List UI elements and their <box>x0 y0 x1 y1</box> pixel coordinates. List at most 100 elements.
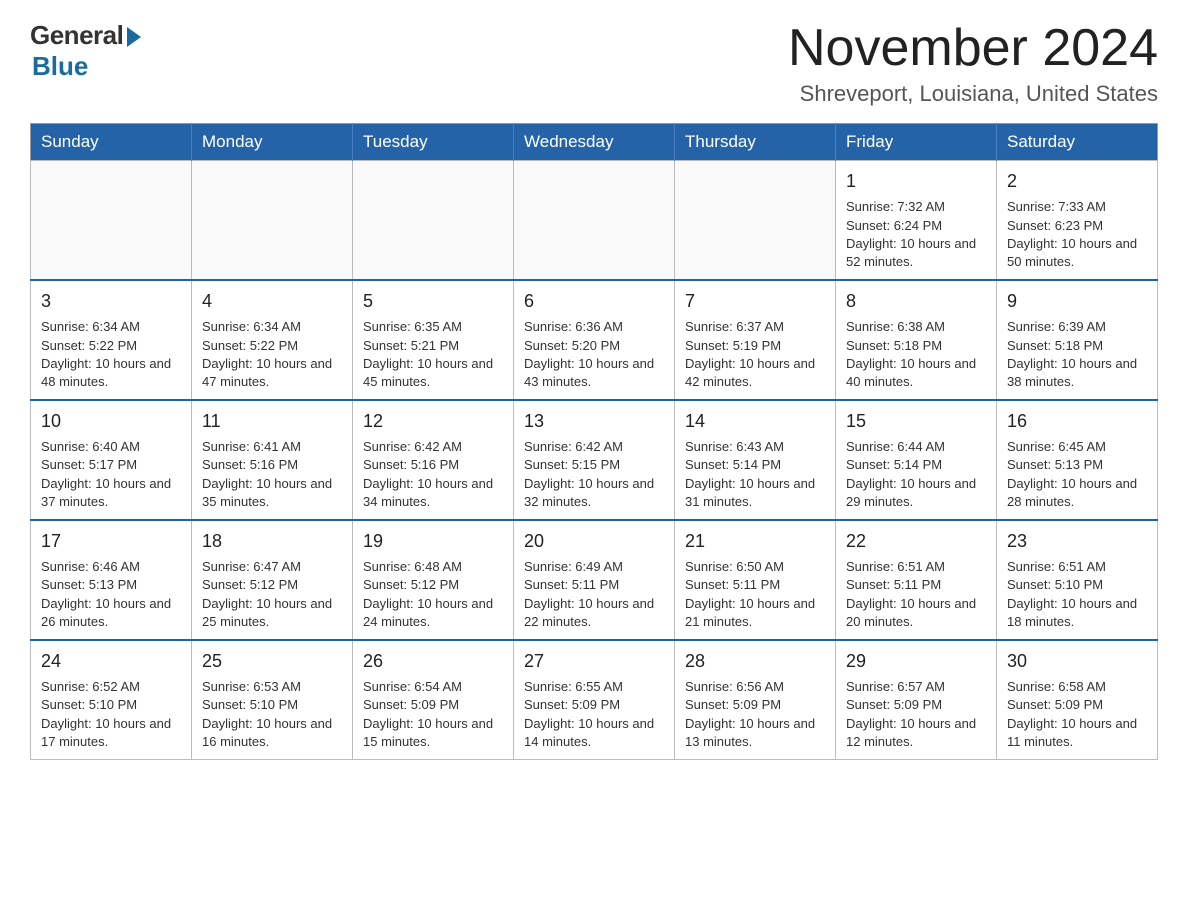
calendar-cell <box>675 161 836 280</box>
calendar-cell: 3 Sunrise: 6:34 AMSunset: 5:22 PMDaylight… <box>31 280 192 400</box>
week-row-4: 17Sunrise: 6:46 AMSunset: 5:13 PMDayligh… <box>31 520 1158 640</box>
day-info: Sunrise: 6:56 AMSunset: 5:09 PMDaylight:… <box>685 678 825 751</box>
calendar-cell: 19 Sunrise: 6:48 AMSunset: 5:12 PMDayligh… <box>353 520 514 640</box>
day-number: 15 <box>846 409 986 434</box>
day-number: 10 <box>41 409 181 434</box>
calendar-cell: 29 Sunrise: 6:57 AMSunset: 5:09 PMDayligh… <box>836 640 997 759</box>
calendar-cell: 27Sunrise: 6:55 AMSunset: 5:09 PMDayligh… <box>514 640 675 759</box>
calendar-cell <box>192 161 353 280</box>
day-info: Sunrise: 6:42 AMSunset: 5:16 PMDaylight:… <box>363 438 503 511</box>
week-row-5: 24 Sunrise: 6:52 AMSunset: 5:10 PMDayligh… <box>31 640 1158 759</box>
day-info: Sunrise: 6:41 AMSunset: 5:16 PMDaylight:… <box>202 438 342 511</box>
calendar-cell: 7 Sunrise: 6:37 AMSunset: 5:19 PMDaylight… <box>675 280 836 400</box>
month-title: November 2024 <box>788 20 1158 77</box>
week-row-3: 10 Sunrise: 6:40 AMSunset: 5:17 PMDayligh… <box>31 400 1158 520</box>
calendar-cell <box>31 161 192 280</box>
day-info: Sunrise: 6:34 AMSunset: 5:22 PMDaylight:… <box>41 318 181 391</box>
calendar-cell: 10 Sunrise: 6:40 AMSunset: 5:17 PMDayligh… <box>31 400 192 520</box>
day-number: 29 <box>846 649 986 674</box>
calendar-cell: 23 Sunrise: 6:51 AMSunset: 5:10 PMDayligh… <box>997 520 1158 640</box>
day-info: Sunrise: 6:45 AMSunset: 5:13 PMDaylight:… <box>1007 438 1147 511</box>
day-info: Sunrise: 6:49 AMSunset: 5:11 PMDaylight:… <box>524 558 664 631</box>
day-number: 8 <box>846 289 986 314</box>
calendar-cell: 18Sunrise: 6:47 AMSunset: 5:12 PMDayligh… <box>192 520 353 640</box>
day-info: Sunrise: 6:50 AMSunset: 5:11 PMDaylight:… <box>685 558 825 631</box>
day-info: Sunrise: 6:52 AMSunset: 5:10 PMDaylight:… <box>41 678 181 751</box>
day-info: Sunrise: 6:54 AMSunset: 5:09 PMDaylight:… <box>363 678 503 751</box>
day-info: Sunrise: 6:51 AMSunset: 5:10 PMDaylight:… <box>1007 558 1147 631</box>
calendar-cell: 2 Sunrise: 7:33 AMSunset: 6:23 PMDaylight… <box>997 161 1158 280</box>
calendar-cell: 21 Sunrise: 6:50 AMSunset: 5:11 PMDayligh… <box>675 520 836 640</box>
day-number: 2 <box>1007 169 1147 194</box>
calendar-cell: 30Sunrise: 6:58 AMSunset: 5:09 PMDayligh… <box>997 640 1158 759</box>
calendar-cell: 13Sunrise: 6:42 AMSunset: 5:15 PMDayligh… <box>514 400 675 520</box>
calendar-cell: 16 Sunrise: 6:45 AMSunset: 5:13 PMDayligh… <box>997 400 1158 520</box>
weekday-header-monday: Monday <box>192 124 353 161</box>
day-number: 19 <box>363 529 503 554</box>
day-number: 14 <box>685 409 825 434</box>
calendar-cell: 28 Sunrise: 6:56 AMSunset: 5:09 PMDayligh… <box>675 640 836 759</box>
day-info: Sunrise: 6:40 AMSunset: 5:17 PMDaylight:… <box>41 438 181 511</box>
day-info: Sunrise: 6:36 AMSunset: 5:20 PMDaylight:… <box>524 318 664 391</box>
day-number: 22 <box>846 529 986 554</box>
day-number: 25 <box>202 649 342 674</box>
day-info: Sunrise: 6:53 AMSunset: 5:10 PMDaylight:… <box>202 678 342 751</box>
logo-arrow-icon <box>127 27 141 47</box>
day-number: 16 <box>1007 409 1147 434</box>
day-info: Sunrise: 6:57 AMSunset: 5:09 PMDaylight:… <box>846 678 986 751</box>
calendar-cell: 20 Sunrise: 6:49 AMSunset: 5:11 PMDayligh… <box>514 520 675 640</box>
day-number: 18 <box>202 529 342 554</box>
calendar-cell: 17Sunrise: 6:46 AMSunset: 5:13 PMDayligh… <box>31 520 192 640</box>
weekday-header-thursday: Thursday <box>675 124 836 161</box>
day-number: 1 <box>846 169 986 194</box>
calendar-cell: 8 Sunrise: 6:38 AMSunset: 5:18 PMDaylight… <box>836 280 997 400</box>
title-area: November 2024 Shreveport, Louisiana, Uni… <box>788 20 1158 107</box>
calendar-cell: 22 Sunrise: 6:51 AMSunset: 5:11 PMDayligh… <box>836 520 997 640</box>
day-number: 21 <box>685 529 825 554</box>
day-number: 6 <box>524 289 664 314</box>
day-info: Sunrise: 6:35 AMSunset: 5:21 PMDaylight:… <box>363 318 503 391</box>
calendar-cell <box>353 161 514 280</box>
day-number: 23 <box>1007 529 1147 554</box>
calendar-cell: 26 Sunrise: 6:54 AMSunset: 5:09 PMDayligh… <box>353 640 514 759</box>
week-row-2: 3 Sunrise: 6:34 AMSunset: 5:22 PMDaylight… <box>31 280 1158 400</box>
calendar-table: SundayMondayTuesdayWednesdayThursdayFrid… <box>30 123 1158 760</box>
calendar-cell <box>514 161 675 280</box>
day-number: 24 <box>41 649 181 674</box>
calendar-cell: 5 Sunrise: 6:35 AMSunset: 5:21 PMDaylight… <box>353 280 514 400</box>
day-number: 5 <box>363 289 503 314</box>
location-subtitle: Shreveport, Louisiana, United States <box>788 81 1158 107</box>
day-info: Sunrise: 7:33 AMSunset: 6:23 PMDaylight:… <box>1007 198 1147 271</box>
day-number: 4 <box>202 289 342 314</box>
header: General Blue November 2024 Shreveport, L… <box>30 20 1158 107</box>
day-info: Sunrise: 6:51 AMSunset: 5:11 PMDaylight:… <box>846 558 986 631</box>
day-number: 12 <box>363 409 503 434</box>
day-info: Sunrise: 7:32 AMSunset: 6:24 PMDaylight:… <box>846 198 986 271</box>
day-info: Sunrise: 6:46 AMSunset: 5:13 PMDaylight:… <box>41 558 181 631</box>
day-number: 11 <box>202 409 342 434</box>
calendar-cell: 1 Sunrise: 7:32 AMSunset: 6:24 PMDaylight… <box>836 161 997 280</box>
day-info: Sunrise: 6:55 AMSunset: 5:09 PMDaylight:… <box>524 678 664 751</box>
weekday-header-sunday: Sunday <box>31 124 192 161</box>
day-info: Sunrise: 6:48 AMSunset: 5:12 PMDaylight:… <box>363 558 503 631</box>
day-info: Sunrise: 6:43 AMSunset: 5:14 PMDaylight:… <box>685 438 825 511</box>
weekday-header-tuesday: Tuesday <box>353 124 514 161</box>
day-info: Sunrise: 6:39 AMSunset: 5:18 PMDaylight:… <box>1007 318 1147 391</box>
day-number: 3 <box>41 289 181 314</box>
day-number: 28 <box>685 649 825 674</box>
day-number: 26 <box>363 649 503 674</box>
calendar-cell: 12 Sunrise: 6:42 AMSunset: 5:16 PMDayligh… <box>353 400 514 520</box>
day-info: Sunrise: 6:37 AMSunset: 5:19 PMDaylight:… <box>685 318 825 391</box>
day-info: Sunrise: 6:38 AMSunset: 5:18 PMDaylight:… <box>846 318 986 391</box>
calendar-cell: 9Sunrise: 6:39 AMSunset: 5:18 PMDaylight… <box>997 280 1158 400</box>
weekday-header-friday: Friday <box>836 124 997 161</box>
calendar-cell: 6 Sunrise: 6:36 AMSunset: 5:20 PMDaylight… <box>514 280 675 400</box>
logo: General Blue <box>30 20 141 82</box>
calendar-cell: 4Sunrise: 6:34 AMSunset: 5:22 PMDaylight… <box>192 280 353 400</box>
day-number: 7 <box>685 289 825 314</box>
day-number: 13 <box>524 409 664 434</box>
calendar-cell: 11 Sunrise: 6:41 AMSunset: 5:16 PMDayligh… <box>192 400 353 520</box>
day-number: 30 <box>1007 649 1147 674</box>
calendar-cell: 25 Sunrise: 6:53 AMSunset: 5:10 PMDayligh… <box>192 640 353 759</box>
day-number: 20 <box>524 529 664 554</box>
